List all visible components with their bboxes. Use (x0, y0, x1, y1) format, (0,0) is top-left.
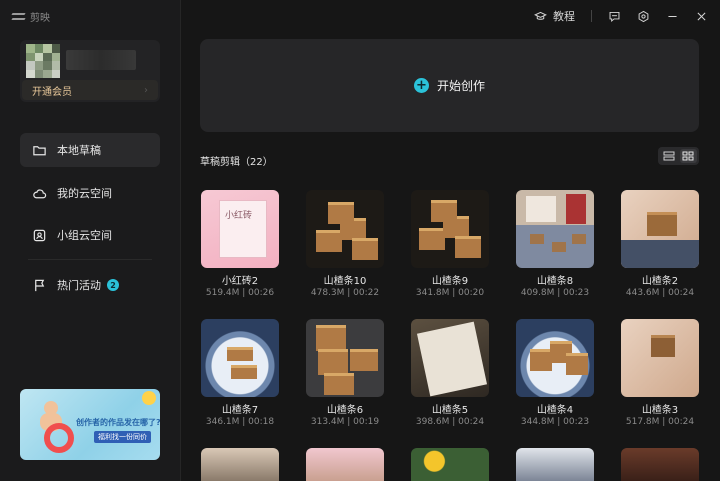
draft-thumbnail[interactable] (306, 448, 384, 481)
draft-name: 山楂条8 (536, 276, 574, 287)
settings-icon (638, 10, 649, 22)
membership-label: 开通会员 (32, 86, 72, 98)
plus-icon: + (413, 78, 429, 93)
draft-name: 山楂条5 (431, 405, 469, 416)
draft-card[interactable]: 山楂条5 398.6M | 00:24 (411, 319, 489, 427)
username (66, 50, 136, 70)
draft-card[interactable]: 山楂条2 443.6M | 00:24 (621, 190, 699, 298)
user-card[interactable]: 开通会员 › (20, 40, 160, 102)
cloud-icon (33, 188, 47, 198)
draft-thumbnail[interactable] (306, 190, 384, 268)
draft-card[interactable]: 山楂条3 517.8M | 00:24 (621, 319, 699, 427)
draft-name: 山楂条9 (431, 276, 469, 287)
feedback-button[interactable] (608, 10, 621, 23)
sidebar-item-team-cloud[interactable]: 小组云空间 (20, 218, 160, 252)
draft-thumbnail[interactable] (621, 190, 699, 268)
draft-thumbnail[interactable] (411, 190, 489, 268)
draft-meta: 398.6M | 00:24 (415, 417, 485, 427)
team-icon (33, 229, 46, 241)
draft-thumbnail[interactable] (516, 448, 594, 481)
grid-view-icon (682, 151, 694, 161)
draft-meta: 341.8M | 00:20 (415, 288, 485, 298)
draft-name: 山楂条7 (221, 405, 259, 416)
draft-thumbnail[interactable] (516, 190, 594, 268)
settings-button[interactable] (637, 10, 650, 23)
drafts-section-title: 草稿剪辑（22） (200, 157, 273, 168)
capcut-logo-icon (12, 12, 26, 22)
list-view-icon (663, 151, 675, 161)
draft-thumbnail[interactable] (201, 448, 279, 481)
draft-meta: 443.6M | 00:24 (625, 288, 695, 298)
draft-name: 山楂条4 (536, 405, 574, 416)
flag-icon (35, 279, 45, 291)
sidebar-divider (28, 259, 152, 260)
swimmer-illustration (30, 399, 74, 455)
app-title: 剪映 (30, 13, 50, 24)
view-toggle (658, 147, 699, 165)
draft-card[interactable]: 山楂条7 346.1M | 00:18 (201, 319, 279, 427)
message-icon (609, 11, 620, 22)
sidebar-item-label: 本地草稿 (57, 144, 101, 157)
draft-meta: 346.1M | 00:18 (205, 417, 275, 427)
draft-thumbnail[interactable]: 小红砖 (201, 190, 279, 268)
sidebar-item-label: 小组云空间 (57, 229, 112, 242)
app-logo: 剪映 (12, 9, 50, 24)
notification-badge: 2 (107, 279, 119, 291)
chevron-right-icon: › (144, 84, 148, 96)
draft-name: 山楂条6 (326, 405, 364, 416)
draft-thumbnail[interactable] (621, 448, 699, 481)
close-icon (697, 11, 706, 21)
minimize-icon (668, 15, 677, 17)
draft-meta: 478.3M | 00:22 (310, 288, 380, 298)
banner-cta-button[interactable]: 福利找一份同价 (94, 431, 151, 443)
draft-meta: 409.8M | 00:23 (520, 288, 590, 298)
draft-name: 山楂条10 (323, 276, 367, 287)
draft-meta: 344.8M | 00:23 (520, 417, 590, 427)
draft-card[interactable]: 山楂条9 341.8M | 00:20 (411, 190, 489, 298)
start-creation-button[interactable]: + 开始创作 (200, 39, 699, 132)
draft-name: 小红砖2 (221, 276, 259, 287)
draft-meta: 519.4M | 00:26 (205, 288, 275, 298)
sidebar: 剪映 开通会员 › 本地草稿 我的云空间 小组云空间 热门活动 2 创作者的作品… (0, 0, 181, 481)
draft-thumbnail[interactable] (516, 319, 594, 397)
draft-thumbnail[interactable] (306, 319, 384, 397)
draft-thumbnail[interactable] (411, 319, 489, 397)
draft-card[interactable]: 小红砖 小红砖2 519.4M | 00:26 (201, 190, 279, 298)
draft-thumbnail[interactable] (201, 319, 279, 397)
list-view-button[interactable] (660, 149, 678, 163)
draft-meta: 517.8M | 00:24 (625, 417, 695, 427)
draft-card[interactable]: 山楂条6 313.4M | 00:19 (306, 319, 384, 427)
sidebar-item-local-drafts[interactable]: 本地草稿 (20, 133, 160, 167)
draft-card[interactable]: 山楂条10 478.3M | 00:22 (306, 190, 384, 298)
banner-title: 创作者的作品发在哪了? (76, 418, 160, 427)
sidebar-item-label: 热门活动 (57, 279, 101, 292)
tutorial-button[interactable]: 教程 (534, 8, 575, 24)
minimize-button[interactable] (666, 10, 679, 23)
draft-thumbnail[interactable] (621, 319, 699, 397)
draft-card[interactable]: 山楂条4 344.8M | 00:23 (516, 319, 594, 427)
draft-name: 山楂条3 (641, 405, 679, 416)
graduation-cap-icon (534, 11, 547, 20)
sidebar-item-events[interactable]: 热门活动 2 (20, 268, 160, 302)
title-bar: 教程 (534, 0, 720, 32)
draft-name: 山楂条2 (641, 276, 679, 287)
draft-meta: 313.4M | 00:19 (310, 417, 380, 427)
tutorial-label: 教程 (553, 10, 575, 23)
titlebar-divider (591, 10, 592, 22)
grid-view-button[interactable] (679, 149, 697, 163)
sidebar-item-my-cloud[interactable]: 我的云空间 (20, 176, 160, 210)
sidebar-item-label: 我的云空间 (57, 187, 112, 200)
draft-thumbnail[interactable] (411, 448, 489, 481)
avatar[interactable] (26, 44, 60, 78)
start-creation-label: 开始创作 (436, 79, 485, 93)
draft-card[interactable]: 山楂条8 409.8M | 00:23 (516, 190, 594, 298)
membership-button[interactable]: 开通会员 › (22, 80, 158, 100)
folder-icon (33, 145, 46, 155)
sun-icon (142, 391, 156, 405)
close-button[interactable] (695, 10, 708, 23)
promo-banner[interactable]: 创作者的作品发在哪了? 福利找一份同价 (20, 389, 160, 460)
